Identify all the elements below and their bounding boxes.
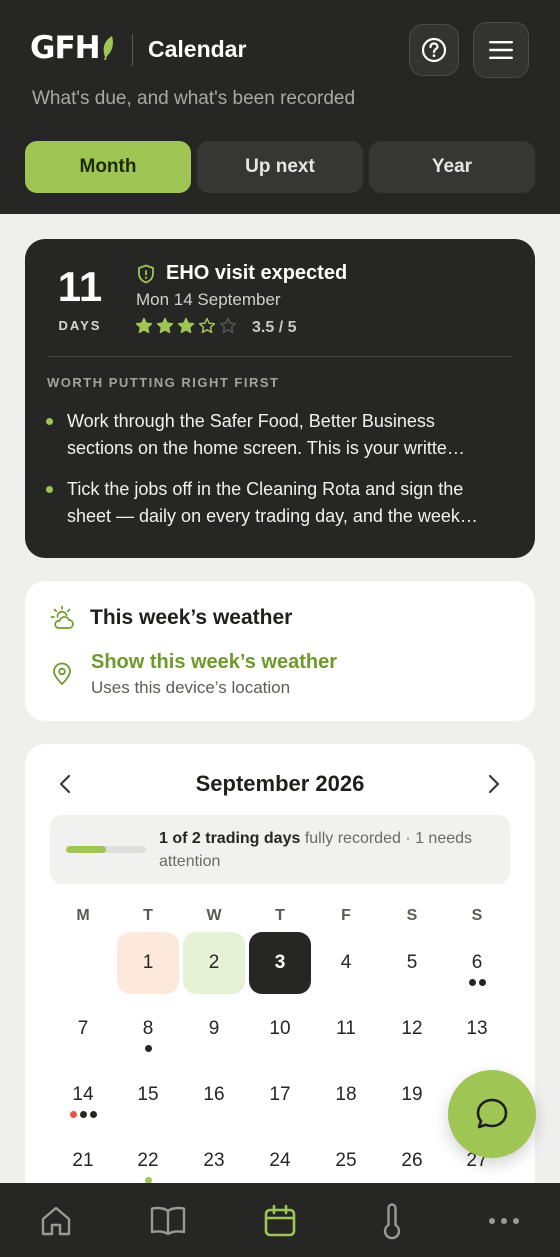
weather-title: This week’s weather [90, 606, 293, 629]
bullet-dot [46, 418, 53, 425]
calendar-day[interactable]: 1 [117, 932, 179, 994]
card-divider [47, 356, 513, 357]
calendar-day[interactable]: 15 [117, 1064, 179, 1126]
section-label: WORTH PUTTING RIGHT FIRST [47, 375, 280, 390]
home-icon [41, 1206, 71, 1236]
event-dot [79, 1111, 87, 1118]
progress-fill [66, 846, 106, 853]
leaf-icon [103, 36, 113, 60]
eho-date: Mon 14 September [136, 290, 281, 309]
progress-bar [66, 846, 146, 853]
page-subtitle: What's due, and what's been recorded [32, 88, 356, 109]
weather-hint: Uses this device’s location [91, 678, 291, 697]
progress-summary: 1 of 2 trading days fully recorded · 1 n… [159, 827, 489, 873]
app-header: GFH Calendar What's due, and what's been… [0, 0, 560, 214]
tab-year[interactable]: Year [369, 141, 535, 193]
calendar-day[interactable]: 2 [183, 932, 245, 994]
progress-bold: 1 of 2 trading days [159, 830, 301, 847]
location-pin-icon [53, 662, 71, 685]
calendar-day[interactable]: 13 [446, 998, 508, 1060]
bullet-dot [46, 486, 53, 493]
weekday-header: F [341, 907, 351, 924]
star-icon [156, 317, 174, 334]
event-dot [89, 1111, 97, 1118]
day-event-dots [144, 1045, 152, 1052]
star-icon [198, 317, 216, 334]
chevron-left-icon[interactable] [55, 772, 77, 796]
event-dot [144, 1045, 152, 1052]
calendar-day[interactable]: 19 [381, 1064, 443, 1126]
day-event-dots [69, 1111, 97, 1118]
eho-title: EHO visit expected [166, 262, 348, 284]
advice-line: Work through the Safer Food, Better Busi… [67, 411, 435, 431]
tab-up-next[interactable]: Up next [197, 141, 363, 193]
hamburger-menu-icon [489, 41, 513, 59]
thermometer-icon [383, 1203, 401, 1240]
show-weather-link[interactable]: Show this week’s weather [91, 651, 337, 674]
more-icon [489, 1218, 519, 1224]
calendar-day[interactable]: 18 [315, 1064, 377, 1126]
event-dot [468, 979, 476, 986]
nav-temperature[interactable] [372, 1201, 412, 1241]
help-button[interactable] [409, 24, 459, 76]
event-dot [69, 1111, 77, 1118]
calendar-day[interactable]: 3 [249, 932, 311, 994]
help-circle-icon [421, 37, 447, 63]
calendar-day[interactable]: 10 [249, 998, 311, 1060]
advice-item: Tick the jobs off in the Cleaning Rota a… [67, 476, 517, 530]
nav-home[interactable] [36, 1201, 76, 1241]
book-icon [150, 1206, 186, 1236]
star-rating [135, 317, 237, 335]
calendar-day[interactable]: 4 [315, 932, 377, 994]
calendar-month-title: September 2026 [195, 771, 365, 796]
shield-icon [138, 264, 154, 284]
advice-line: Tick the jobs off in the Cleaning Rota a… [67, 479, 464, 499]
header-divider [132, 34, 133, 66]
calendar-day[interactable]: 7 [52, 998, 114, 1060]
chevron-right-icon[interactable] [482, 772, 504, 796]
nav-more[interactable] [484, 1201, 524, 1241]
gfh-logo[interactable]: GFH [30, 30, 115, 66]
weekday-header: W [206, 907, 222, 924]
weekday-header: S [471, 907, 483, 924]
calendar-day[interactable]: 12 [381, 998, 443, 1060]
event-dot [478, 979, 486, 986]
star-icon [177, 317, 195, 334]
star-icon [219, 317, 237, 334]
day-event-dots [468, 979, 486, 986]
weekday-header: T [143, 907, 153, 924]
nav-calendar[interactable] [260, 1201, 300, 1241]
calendar-day[interactable]: 17 [249, 1064, 311, 1126]
sun-cloud-icon [50, 605, 74, 629]
weekday-header: T [275, 907, 285, 924]
days-countdown: 11 [57, 263, 103, 310]
weekday-header: M [76, 907, 90, 924]
calendar-day[interactable]: 11 [315, 998, 377, 1060]
advice-item: Work through the Safer Food, Better Busi… [67, 408, 517, 462]
advice-line: sheet — daily on every trading day, and … [67, 506, 478, 526]
nav-book[interactable] [148, 1201, 188, 1241]
logo-text: GFH [30, 30, 101, 66]
weekday-header: S [406, 907, 418, 924]
calendar-day[interactable]: 16 [183, 1064, 245, 1126]
days-label: DAYS [58, 318, 102, 333]
chat-bubble-icon [476, 1098, 508, 1129]
view-tabs: Month Up next Year [25, 141, 535, 193]
calendar-icon [264, 1204, 296, 1237]
calendar-day[interactable]: 5 [381, 932, 443, 994]
page-title: Calendar [148, 36, 247, 62]
advice-line: sections on the home screen. This is you… [67, 438, 465, 458]
star-icon [135, 317, 153, 334]
chat-fab[interactable] [448, 1070, 536, 1158]
calendar-day[interactable]: 9 [183, 998, 245, 1060]
menu-button[interactable] [473, 22, 529, 78]
rating-text: 3.5 / 5 [252, 319, 297, 336]
tab-month[interactable]: Month [25, 141, 191, 193]
